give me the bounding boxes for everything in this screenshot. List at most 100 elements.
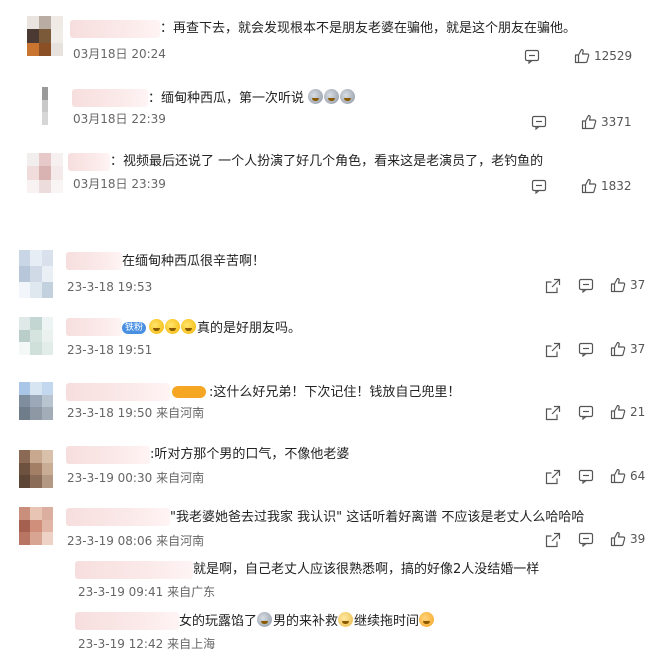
avatar-pixel [19, 519, 31, 533]
comment-item-3: :这什么好兄弟！下次记住！钱放自己兜里！ 23-3-18 19:50 来自河南 … [0, 380, 657, 436]
share-button[interactable] [545, 532, 561, 548]
share-icon [545, 405, 561, 421]
share-button[interactable] [545, 342, 561, 358]
avatar[interactable] [19, 507, 53, 545]
comment-button[interactable] [578, 405, 594, 420]
comment-button[interactable] [531, 179, 547, 194]
avatar-pixel [35, 112, 42, 125]
like-button[interactable]: 3371 [581, 114, 632, 130]
comment-body: 视频最后还说了 一个人扮演了好几个角色，看来这是老演员了，老钓鱼的 [123, 154, 544, 169]
avatar-pixel [30, 317, 42, 330]
avatar-pixel [41, 532, 53, 545]
avatar[interactable] [19, 317, 53, 355]
crying-emoji-icon [308, 89, 324, 104]
masked-face-emoji-icon [257, 612, 273, 627]
crying-emoji-icon [340, 89, 356, 104]
avatar[interactable] [27, 153, 63, 193]
like-button[interactable]: 1832 [581, 178, 632, 194]
top-comment-1: ：再查下去，就会发现根本不是朋友老婆在骗他，就是这个朋友在骗他。 03月18日 … [0, 10, 657, 65]
share-button[interactable] [545, 278, 561, 294]
avatar[interactable] [35, 87, 55, 125]
username[interactable] [66, 508, 170, 526]
avatar-pixel [30, 342, 42, 355]
avatar-pixel [39, 153, 51, 167]
timestamp: 23-3-19 00:30 来自河南 [67, 470, 204, 486]
timestamp: 23-3-18 19:50 来自河南 [67, 405, 204, 421]
reply-item-2: 女的玩露馅了 男的来补救 继续拖时间 23-3-19 12:42 来自上海 [0, 608, 657, 652]
comment-button[interactable] [578, 278, 594, 293]
avatar-pixel [19, 507, 31, 520]
avatar-pixel [41, 317, 53, 330]
avatar-pixel [41, 462, 53, 476]
comment-icon [578, 405, 594, 420]
like-count: 3371 [601, 115, 632, 129]
avatar-pixel [41, 475, 53, 488]
comment-location: 来自河南 [156, 406, 205, 420]
share-icon [545, 278, 561, 294]
avatar-pixel [41, 342, 53, 355]
comment-body: 真的是好朋友吗。 [197, 321, 302, 336]
comment-button[interactable] [578, 532, 594, 547]
avatar-pixel [41, 250, 53, 266]
like-button[interactable]: 12529 [574, 48, 632, 64]
avatar[interactable] [19, 450, 53, 488]
avatar-pixel [39, 166, 51, 180]
comment-button[interactable] [531, 115, 547, 130]
username[interactable] [72, 89, 148, 107]
comment-button[interactable] [578, 342, 594, 357]
like-button[interactable]: 37 [610, 277, 645, 293]
avatar-pixel [41, 450, 53, 463]
avatar[interactable] [19, 250, 53, 298]
like-button[interactable]: 37 [610, 341, 645, 357]
username[interactable] [66, 383, 170, 401]
username[interactable] [68, 153, 110, 171]
share-button[interactable] [545, 405, 561, 421]
avatar[interactable] [27, 16, 63, 56]
timestamp: 03月18日 20:24 [73, 47, 166, 61]
like-icon [610, 404, 626, 420]
reply-body-part: 女的玩露馅了 [179, 614, 258, 629]
avatar-pixel [39, 42, 51, 56]
avatar-pixel [27, 166, 39, 180]
username[interactable] [75, 612, 179, 630]
fan-badge: 铁粉 [122, 322, 147, 334]
comment-button[interactable] [578, 469, 594, 484]
avatar-pixel [19, 250, 31, 266]
username[interactable] [66, 446, 150, 464]
avatar-pixel [30, 507, 42, 520]
avatar-pixel [19, 462, 31, 476]
like-button[interactable]: 64 [610, 468, 645, 484]
comment-item-1: 在缅甸种西瓜很辛苦啊！ 23-3-18 19:53 37 [0, 248, 657, 304]
share-icon [545, 469, 561, 485]
avatar-pixel [30, 407, 42, 420]
avatar-pixel [19, 317, 31, 330]
comment-icon [531, 115, 547, 130]
share-button[interactable] [545, 469, 561, 485]
avatar-pixel [19, 532, 31, 545]
name-separator: ： [160, 21, 174, 36]
comment-time: 23-3-18 19:53 [67, 280, 153, 294]
timestamp: 03月18日 22:39 [73, 112, 166, 126]
avatar-pixel [41, 519, 53, 533]
avatar-pixel [35, 87, 42, 100]
avatar[interactable] [19, 382, 53, 420]
avatar-pixel [30, 282, 42, 298]
avatar-pixel [30, 250, 42, 266]
avatar-pixel [41, 329, 53, 343]
comment-icon [531, 179, 547, 194]
like-count: 39 [630, 532, 646, 546]
avatar-pixel [41, 282, 53, 298]
comment-button[interactable] [524, 49, 540, 64]
comment-item-2: 铁粉 真的是好朋友吗。 23-3-18 19:51 37 [0, 315, 657, 371]
avatar-pixel [27, 29, 39, 43]
timestamp: 23-3-18 19:51 [67, 342, 152, 358]
username[interactable] [66, 318, 122, 336]
comment-item-5: "我老婆她爸去过我家 我认识" 这话听着好离谱 不应该是老丈人么哈哈哈 23-3… [0, 507, 657, 563]
avatar-pixel [19, 329, 31, 343]
like-button[interactable]: 39 [610, 531, 645, 547]
username[interactable] [70, 20, 160, 38]
avatar-pixel [27, 16, 39, 30]
username[interactable] [66, 252, 122, 270]
like-button[interactable]: 21 [610, 404, 645, 420]
username[interactable] [75, 561, 193, 579]
